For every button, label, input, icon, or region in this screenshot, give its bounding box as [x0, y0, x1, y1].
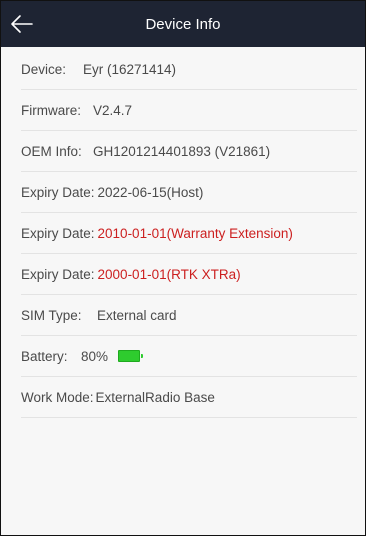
expiry-rtk-value: 2000-01-01(RTK XTRa) — [97, 266, 241, 282]
work-mode-row: Work Mode: ExternalRadio Base — [21, 377, 357, 418]
sim-type-value: External card — [97, 307, 177, 323]
device-label: Device: — [21, 61, 67, 77]
info-list: Device: Eyr (16271414) Firmware: V2.4.7 … — [1, 47, 365, 418]
firmware-label: Firmware: — [21, 102, 81, 118]
battery-row: Battery: 80% — [21, 336, 357, 377]
firmware-row: Firmware: V2.4.7 — [21, 90, 357, 131]
battery-icon — [118, 350, 144, 362]
page-title: Device Info — [145, 15, 221, 33]
work-mode-label: Work Mode: — [21, 389, 94, 405]
expiry-date-label: Expiry Date: — [21, 266, 95, 282]
expiry-date-label: Expiry Date: — [21, 184, 95, 200]
device-info-screen: Device Info Device: Eyr (16271414) Firmw… — [0, 0, 366, 536]
expiry-warranty-value: 2010-01-01(Warranty Extension) — [97, 225, 293, 241]
oem-info-value: GH1201214401893 (V21861) — [93, 143, 271, 159]
arrow-left-icon — [11, 15, 33, 33]
expiry-rtk-row: Expiry Date: 2000-01-01(RTK XTRa) — [21, 254, 357, 295]
oem-info-label: OEM Info: — [21, 143, 82, 159]
battery-label: Battery: — [21, 348, 68, 364]
sim-type-label: SIM Type: — [21, 307, 82, 323]
sim-type-row: SIM Type: External card — [21, 295, 357, 336]
oem-info-row: OEM Info: GH1201214401893 (V21861) — [21, 131, 357, 172]
device-value: Eyr (16271414) — [83, 61, 177, 77]
battery-value: 80% — [81, 348, 109, 364]
work-mode-value: ExternalRadio Base — [95, 389, 215, 405]
expiry-warranty-row: Expiry Date: 2010-01-01(Warranty Extensi… — [21, 213, 357, 254]
expiry-host-value: 2022-06-15(Host) — [97, 184, 204, 200]
top-bar: Device Info — [1, 1, 365, 47]
device-row: Device: Eyr (16271414) — [21, 49, 357, 90]
firmware-value: V2.4.7 — [93, 102, 133, 118]
expiry-host-row: Expiry Date: 2022-06-15(Host) — [21, 172, 357, 213]
expiry-date-label: Expiry Date: — [21, 225, 95, 241]
back-button[interactable] — [7, 9, 37, 39]
